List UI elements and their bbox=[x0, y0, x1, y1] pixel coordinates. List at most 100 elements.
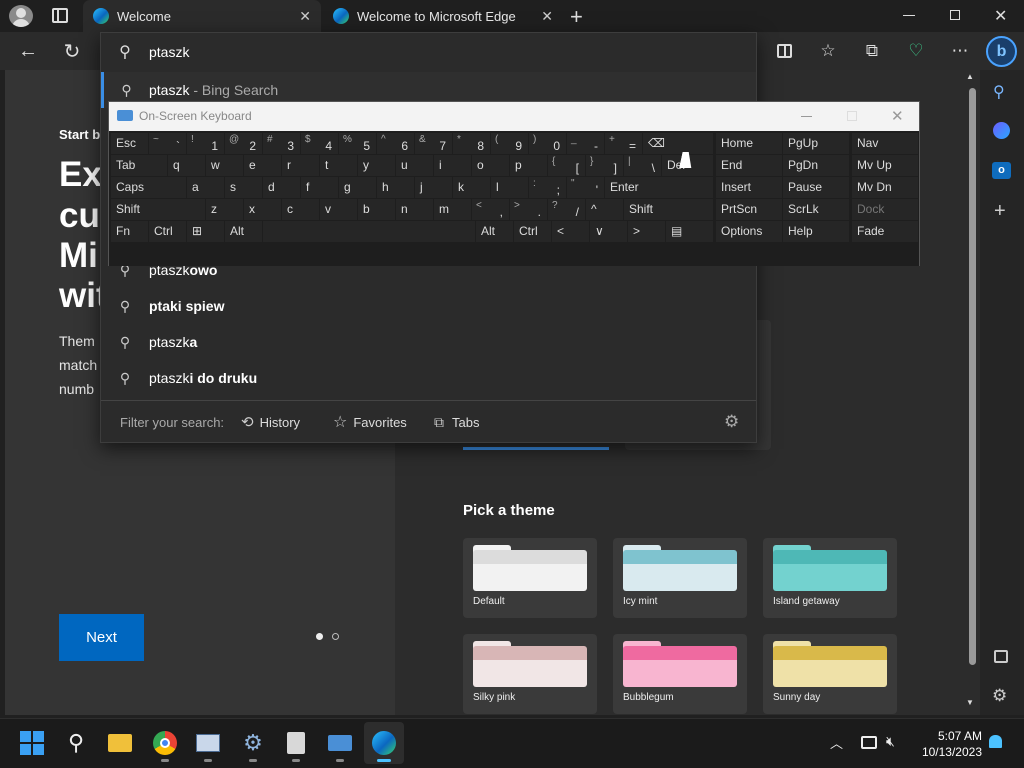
restore-icon[interactable] bbox=[950, 10, 960, 20]
key-Caps[interactable]: Caps bbox=[111, 177, 186, 198]
key-Tab[interactable]: Tab bbox=[111, 155, 167, 176]
notification-bell-icon[interactable] bbox=[989, 735, 1002, 748]
key-1[interactable]: ! 1 bbox=[187, 133, 224, 154]
key-ScrLk[interactable]: ScrLk bbox=[783, 199, 849, 220]
key-x[interactable]: x bbox=[244, 199, 281, 220]
key-[interactable]: + = bbox=[605, 133, 642, 154]
key-Options[interactable]: Options bbox=[716, 221, 782, 242]
page-dot[interactable] bbox=[332, 633, 339, 640]
key-h[interactable]: h bbox=[377, 177, 414, 198]
key-Alt[interactable]: Alt bbox=[225, 221, 262, 242]
key-[interactable]: }] bbox=[586, 155, 623, 176]
key-[interactable]: ▤ bbox=[666, 221, 713, 242]
scrollbar-thumb[interactable] bbox=[969, 88, 976, 665]
key-9[interactable]: (9 bbox=[491, 133, 528, 154]
list-item[interactable]: ⚲ ptaki spiew bbox=[101, 288, 756, 324]
key-Insert[interactable]: Insert bbox=[716, 177, 782, 198]
key-Pause[interactable]: Pause bbox=[783, 177, 849, 198]
minimize-icon[interactable] bbox=[903, 15, 915, 16]
tab-welcome-edge[interactable]: Welcome to Microsoft Edge ✕ bbox=[323, 0, 563, 32]
key-[interactable]: >. bbox=[510, 199, 547, 220]
page-scrollbar[interactable]: ▲ ▼ bbox=[965, 70, 980, 715]
key-f[interactable]: f bbox=[301, 177, 338, 198]
key-Shift[interactable]: Shift bbox=[111, 199, 205, 220]
hide-sidebar-icon[interactable] bbox=[994, 650, 1008, 663]
key-[interactable]: ⊞ bbox=[187, 221, 224, 242]
key-MvUp[interactable]: Mv Up bbox=[852, 155, 918, 176]
key-d[interactable]: d bbox=[263, 177, 300, 198]
photos-icon[interactable] bbox=[188, 722, 228, 764]
key-r[interactable]: r bbox=[282, 155, 319, 176]
key-u[interactable]: u bbox=[396, 155, 433, 176]
key-PgDn[interactable]: PgDn bbox=[783, 155, 849, 176]
clock-time[interactable]: 5:07 AM bbox=[930, 729, 982, 743]
key-o[interactable]: o bbox=[472, 155, 509, 176]
close-window-icon[interactable]: ✕ bbox=[994, 6, 1007, 26]
settings-icon[interactable]: ⚙ bbox=[992, 686, 1007, 706]
gear-icon[interactable]: ⚙ bbox=[724, 402, 739, 442]
collections-icon[interactable]: ⧉ bbox=[856, 32, 888, 70]
key-s[interactable]: s bbox=[225, 177, 262, 198]
favorites-icon[interactable]: ☆ bbox=[812, 32, 844, 70]
key-n[interactable]: n bbox=[396, 199, 433, 220]
scroll-down-icon[interactable]: ▼ bbox=[966, 698, 974, 707]
next-button[interactable]: Next bbox=[59, 614, 144, 661]
close-tab-icon[interactable]: ✕ bbox=[541, 8, 553, 25]
add-icon[interactable]: + bbox=[994, 200, 1006, 223]
key-[interactable]: | \ bbox=[624, 155, 661, 176]
split-screen-icon[interactable] bbox=[768, 32, 800, 70]
tab-actions-icon[interactable] bbox=[52, 8, 68, 23]
key-Shift[interactable]: Shift bbox=[624, 199, 713, 220]
theme-card-island-getaway[interactable]: Island getaway bbox=[763, 538, 897, 618]
copilot-icon[interactable] bbox=[993, 122, 1010, 139]
search-icon[interactable]: ⚲ bbox=[993, 82, 1005, 102]
key-PgUp[interactable]: PgUp bbox=[783, 133, 849, 154]
key-Dock[interactable]: Dock bbox=[852, 199, 918, 220]
close-icon[interactable]: ✕ bbox=[891, 107, 904, 125]
notepad-icon[interactable] bbox=[276, 722, 316, 764]
key-y[interactable]: y bbox=[358, 155, 395, 176]
key-e[interactable]: e bbox=[244, 155, 281, 176]
key-4[interactable]: $4 bbox=[301, 133, 338, 154]
key-[interactable]: < bbox=[552, 221, 589, 242]
key-Nav[interactable]: Nav bbox=[852, 133, 918, 154]
clock-date[interactable]: 10/13/2023 bbox=[914, 745, 982, 759]
key-[interactable]: _ - bbox=[567, 133, 604, 154]
key-0[interactable]: ) 0 bbox=[529, 133, 566, 154]
osk-titlebar[interactable]: On-Screen Keyboard ✕ bbox=[109, 102, 919, 131]
new-tab-icon[interactable]: + bbox=[570, 4, 583, 30]
close-tab-icon[interactable]: ✕ bbox=[299, 8, 311, 25]
display-icon[interactable] bbox=[861, 736, 877, 749]
key-[interactable]: " ' bbox=[567, 177, 604, 198]
key-[interactable]: > bbox=[628, 221, 665, 242]
profile-avatar[interactable] bbox=[9, 5, 33, 27]
key-p[interactable]: p bbox=[510, 155, 547, 176]
key-[interactable]: ^ bbox=[586, 199, 623, 220]
key-q[interactable]: q bbox=[168, 155, 205, 176]
back-icon[interactable]: ← bbox=[12, 32, 44, 70]
key-[interactable]: ? / bbox=[548, 199, 585, 220]
key-Home[interactable]: Home bbox=[716, 133, 782, 154]
filter-history-button[interactable]: ⟲ History bbox=[241, 402, 300, 442]
key-Fade[interactable]: Fade bbox=[852, 221, 918, 242]
key-6[interactable]: ^ 6 bbox=[377, 133, 414, 154]
settings-app-icon[interactable]: ⚙ bbox=[233, 722, 273, 764]
outlook-icon[interactable]: o bbox=[992, 162, 1011, 179]
theme-card-icy-mint[interactable]: Icy mint bbox=[613, 538, 747, 618]
key-l[interactable]: l bbox=[491, 177, 528, 198]
key-z[interactable]: z bbox=[206, 199, 243, 220]
key-j[interactable]: j bbox=[415, 177, 452, 198]
key-MvDn[interactable]: Mv Dn bbox=[852, 177, 918, 198]
tab-welcome[interactable]: Welcome ✕ bbox=[83, 0, 321, 32]
key-w[interactable]: w bbox=[206, 155, 243, 176]
key-5[interactable]: % 5 bbox=[339, 133, 376, 154]
key-c[interactable]: c bbox=[282, 199, 319, 220]
bing-copilot-icon[interactable]: b bbox=[986, 36, 1017, 67]
osk-taskbar-icon[interactable] bbox=[320, 722, 360, 764]
browser-essentials-icon[interactable]: ♡ bbox=[900, 32, 932, 70]
list-item[interactable]: ⚲ ptaszk i do druku bbox=[101, 360, 756, 396]
more-icon[interactable]: ⋯ bbox=[944, 32, 976, 70]
key-[interactable]: <, bbox=[472, 199, 509, 220]
key-i[interactable]: i bbox=[434, 155, 471, 176]
chevron-up-icon[interactable]: ︿ bbox=[830, 733, 843, 752]
